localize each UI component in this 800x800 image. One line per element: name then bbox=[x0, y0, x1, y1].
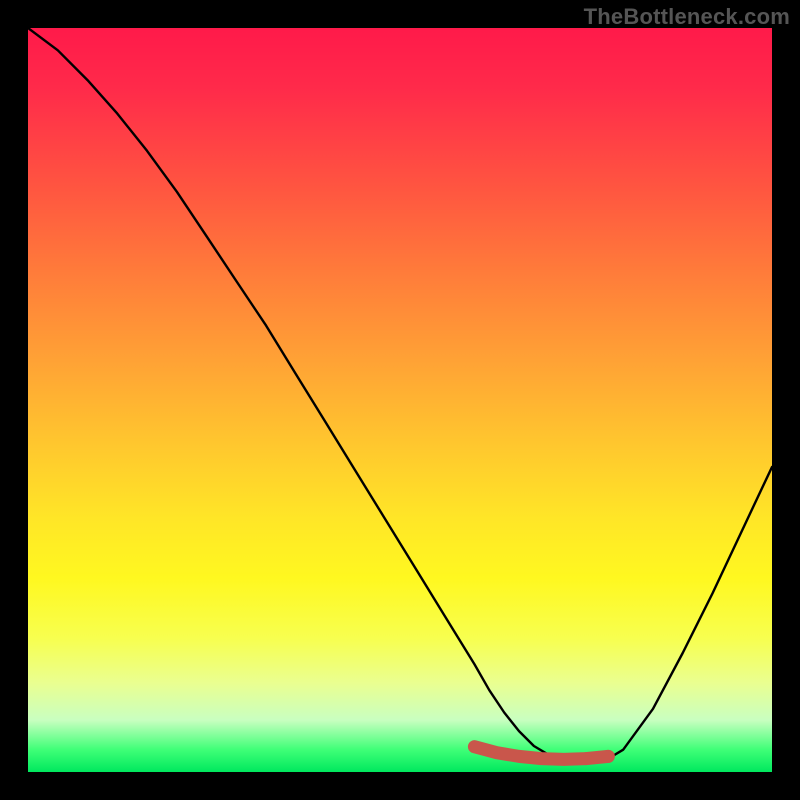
optimal-range-dot bbox=[602, 750, 615, 763]
watermark-text: TheBottleneck.com bbox=[584, 4, 790, 30]
bottleneck-curve bbox=[28, 28, 772, 762]
plot-area bbox=[28, 28, 772, 772]
chart-svg bbox=[28, 28, 772, 772]
optimal-range-dot bbox=[580, 752, 593, 765]
chart-frame: TheBottleneck.com bbox=[0, 0, 800, 800]
